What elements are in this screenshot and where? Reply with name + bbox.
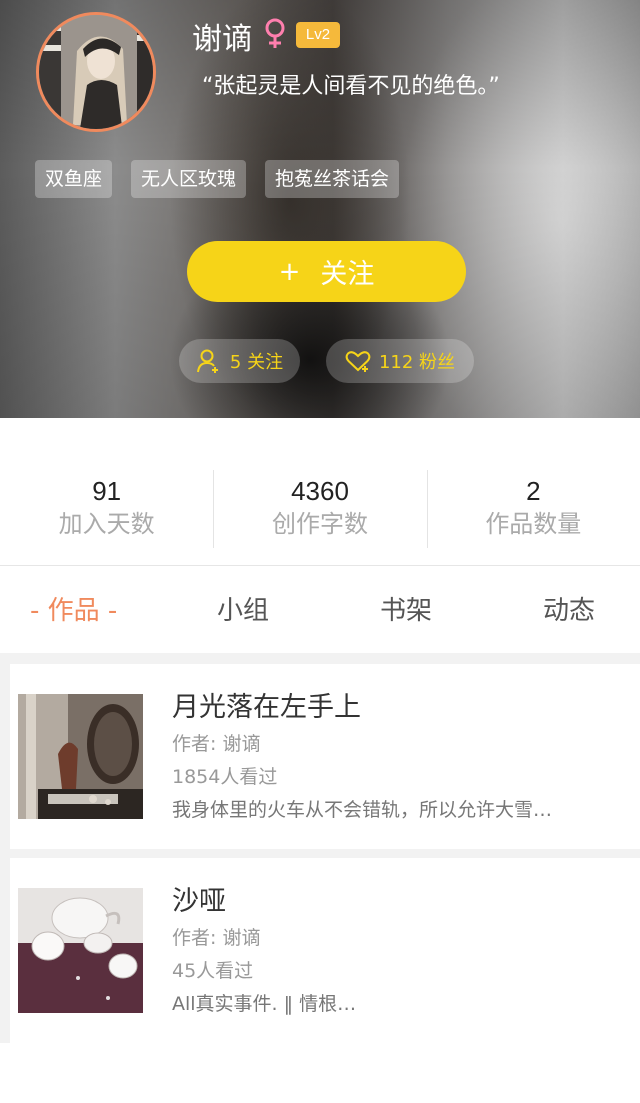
fans-count-button[interactable]: 112 粉丝 [326,339,474,383]
level-badge: Lv2 [296,22,340,48]
stat-value: 2 [526,476,541,506]
stats-bar: 91 加入天数 4360 创作字数 2 作品数量 [0,418,640,566]
tab-group[interactable]: 小组 [217,591,269,631]
page-bottom [0,1043,640,1103]
user-plus-icon [196,349,218,373]
heart-icon [345,351,371,372]
female-icon [265,18,285,48]
tag-item[interactable]: 无人区玫瑰 [131,160,247,198]
user-signature: “张起灵是人间看不见的绝色。” [202,74,500,99]
stat-value: 4360 [291,476,349,506]
avatar-image [39,15,153,129]
work-title[interactable]: 月光落在左手上 [172,690,361,726]
work-title[interactable]: 沙哑 [172,884,226,920]
stat-label: 加入天数 [58,510,155,538]
tab-shelf[interactable]: 书架 [380,591,432,631]
works-list: 月光落在左手上 作者: 谢谪 1854人看过 我身体里的火车从不会错轨，所以允许… [0,653,640,1043]
work-cover-image [18,888,143,1013]
stat-join-days: 91 加入天数 [0,418,213,565]
tab-moments[interactable]: 动态 [543,591,595,631]
work-description: All真实事件. ‖ 情根… [172,993,357,1015]
fans-count: 112 粉丝 [378,352,456,373]
stat-works-count: 2 作品数量 [426,418,640,565]
profile-header: 谢谪 Lv2 “张起灵是人间看不见的绝色。” 双鱼座 无人区玫瑰 抱菟丝茶话会 … [0,0,640,418]
tag-item[interactable]: 抱菟丝茶话会 [265,160,400,198]
following-count: 5 关注 [229,352,284,373]
work-description: 我身体里的火车从不会错轨，所以允许大雪… [172,799,553,821]
plus-icon: + [278,256,301,287]
follow-button[interactable]: + 关注 [187,241,466,302]
work-card[interactable]: 沙哑 作者: 谢谪 45人看过 All真实事件. ‖ 情根… [10,858,640,1043]
stat-value: 91 [92,476,122,506]
work-views: 45人看过 [172,960,254,982]
tag-item[interactable]: 双鱼座 [35,160,113,198]
tag-list: 双鱼座 无人区玫瑰 抱菟丝茶话会 [35,160,400,198]
following-count-button[interactable]: 5 关注 [179,339,300,383]
work-author: 作者: 谢谪 [172,733,261,755]
avatar[interactable] [36,12,156,132]
user-name: 谢谪 [192,22,252,57]
work-author: 作者: 谢谪 [172,927,261,949]
work-card[interactable]: 月光落在左手上 作者: 谢谪 1854人看过 我身体里的火车从不会错轨，所以允许… [10,664,640,849]
stat-label: 创作字数 [271,510,368,538]
work-views: 1854人看过 [172,766,278,788]
follow-button-label: 关注 [320,259,375,290]
stat-word-count: 4360 创作字数 [213,418,426,565]
tab-works[interactable]: - 作品 - [30,591,117,631]
work-cover-image [18,694,143,819]
stat-label: 作品数量 [485,510,582,538]
profile-tabs: - 作品 - 小组 书架 动态 [0,567,640,653]
